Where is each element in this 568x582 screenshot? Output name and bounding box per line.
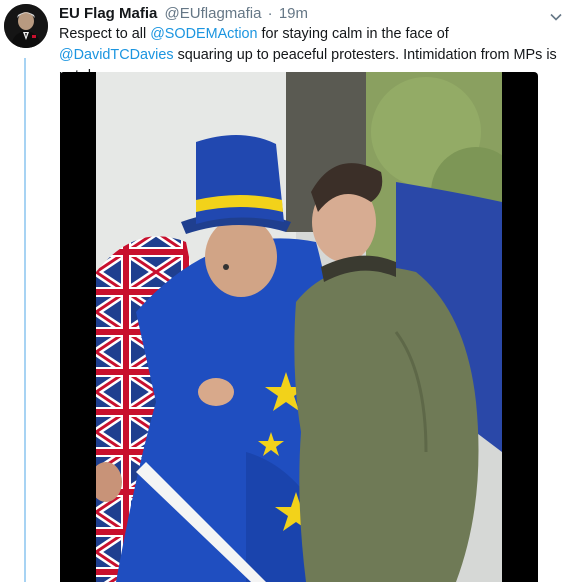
tweet-header: EU Flag Mafia @EUflagmafia · 19m (59, 4, 544, 24)
tweet-text-part: Respect to all (59, 26, 151, 42)
tweet-text-part: for staying calm in the face of (257, 26, 449, 42)
thread-line (24, 58, 26, 582)
display-name[interactable]: EU Flag Mafia (59, 5, 157, 22)
timestamp[interactable]: 19m (279, 5, 308, 22)
user-handle[interactable]: @EUflagmafia (165, 5, 262, 22)
chevron-down-icon[interactable] (550, 10, 562, 22)
avatar[interactable] (4, 4, 48, 48)
separator-dot: · (267, 5, 273, 22)
video-player[interactable] (60, 72, 538, 582)
mention-davidtcdavies[interactable]: @DavidTCDavies (59, 47, 174, 63)
mention-sodemaction[interactable]: @SODEMAction (150, 26, 257, 42)
avatar-image (4, 4, 48, 48)
video-thumbnail (96, 72, 502, 582)
